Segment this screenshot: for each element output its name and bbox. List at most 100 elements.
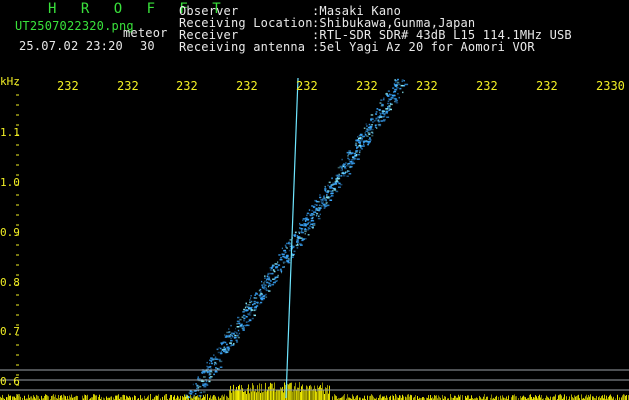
- noise-bar: [292, 391, 293, 400]
- trail-speck: [293, 234, 296, 237]
- noise-bar: [45, 394, 46, 400]
- x-tick-label: 232: [57, 79, 79, 93]
- noise-bar: [195, 396, 196, 400]
- trail-speck: [242, 329, 245, 331]
- noise-bar: [218, 396, 219, 400]
- noise-bar: [2, 394, 3, 400]
- trail-speck: [347, 155, 349, 157]
- trail-speck: [221, 343, 223, 346]
- noise-bar: [53, 394, 54, 400]
- trail-speck: [341, 167, 343, 169]
- noise-bar: [36, 394, 37, 400]
- noise-bar: [290, 382, 291, 400]
- trail-speck: [304, 233, 306, 235]
- trail-speck: [215, 363, 218, 365]
- noise-bar: [238, 386, 239, 400]
- trail-speck: [390, 96, 393, 99]
- noise-bar: [513, 395, 514, 400]
- trail-speck: [315, 214, 318, 217]
- trail-speck: [273, 270, 276, 273]
- noise-bar: [468, 395, 469, 400]
- noise-bar: [245, 390, 246, 400]
- trail-speck: [371, 128, 374, 131]
- y-axis-unit: kHz: [0, 75, 20, 88]
- noise-bar: [479, 395, 480, 400]
- noise-bar: [496, 395, 497, 400]
- trail-speck: [302, 224, 305, 227]
- trail-speck: [210, 362, 214, 365]
- noise-bar: [560, 394, 561, 400]
- trail-speck: [278, 264, 281, 266]
- trail-speck: [276, 280, 278, 282]
- trail-speck: [394, 100, 398, 103]
- noise-bar: [313, 388, 314, 400]
- trail-speck: [398, 96, 400, 99]
- x-tick-label: 232: [416, 79, 438, 93]
- noise-bar: [459, 396, 460, 400]
- trail-speck: [395, 87, 399, 89]
- trail-speck: [214, 370, 217, 373]
- trail-speck: [388, 105, 391, 107]
- trail-speck: [348, 150, 351, 152]
- trail-speck: [389, 108, 392, 111]
- noise-bar: [205, 394, 206, 400]
- trail-speck: [271, 267, 273, 269]
- trail-speck: [324, 197, 326, 199]
- noise-bar: [596, 395, 597, 400]
- noise-bar: [314, 385, 315, 400]
- trail-speck: [268, 277, 271, 279]
- noise-bar: [118, 394, 119, 400]
- trail-speck: [263, 285, 266, 288]
- trail-speck: [330, 187, 334, 189]
- noise-bar: [301, 386, 302, 400]
- noise-bar: [99, 394, 100, 400]
- trail-speck: [301, 230, 303, 232]
- noise-bar: [392, 394, 393, 400]
- noise-bar: [329, 385, 330, 400]
- trail-speck: [250, 309, 254, 311]
- noise-bar: [58, 395, 59, 400]
- trail-speck: [255, 306, 257, 309]
- noise-bar: [224, 394, 225, 400]
- trail-speck: [336, 174, 339, 177]
- noise-bar: [184, 394, 185, 400]
- noise-bar: [52, 395, 53, 400]
- noise-bar: [180, 395, 181, 400]
- noise-bar: [417, 396, 418, 400]
- noise-bar: [323, 389, 324, 400]
- trail-speck: [295, 244, 299, 247]
- trail-speck: [351, 156, 355, 158]
- trail-speck: [258, 294, 262, 297]
- trail-speck: [375, 111, 378, 113]
- noise-bar: [438, 395, 439, 400]
- noise-bar: [553, 396, 554, 400]
- trail-speck: [318, 209, 320, 212]
- noise-bar: [186, 395, 187, 400]
- trail-speck: [252, 303, 254, 306]
- trail-speck: [280, 258, 283, 261]
- trail-speck: [217, 368, 220, 370]
- trail-speck: [263, 288, 267, 290]
- trail-speck: [341, 158, 343, 161]
- trail-speck: [316, 204, 318, 206]
- trail-speck: [323, 203, 325, 205]
- trail-speck: [323, 195, 325, 197]
- noise-bar: [117, 395, 118, 400]
- noise-bar: [256, 392, 257, 400]
- trail-speck: [224, 334, 226, 336]
- noise-bar: [357, 395, 358, 400]
- trail-speck: [399, 87, 402, 90]
- trail-speck: [321, 202, 323, 204]
- noise-bar: [434, 395, 435, 400]
- noise-bar: [76, 395, 77, 400]
- noise-bar: [187, 395, 188, 400]
- trail-speck: [400, 84, 404, 87]
- trail-speck: [332, 190, 334, 192]
- trail-speck: [356, 146, 359, 148]
- noise-bar: [344, 394, 345, 400]
- noise-bar: [624, 394, 625, 400]
- trail-speck: [348, 173, 352, 175]
- trail-speck: [254, 303, 256, 305]
- trail-speck: [249, 299, 251, 301]
- noise-bar: [356, 395, 357, 400]
